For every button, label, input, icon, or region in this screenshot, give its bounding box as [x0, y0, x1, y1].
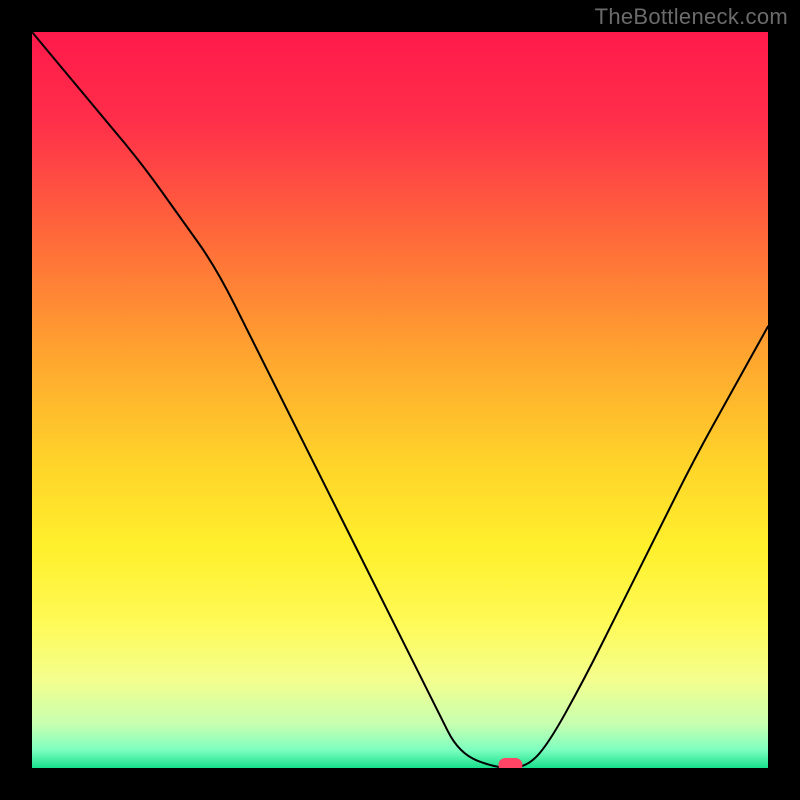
optimal-marker [498, 758, 522, 768]
chart-container: TheBottleneck.com [0, 0, 800, 800]
plot-area [32, 32, 768, 768]
gradient-background [32, 32, 768, 768]
watermark-text: TheBottleneck.com [595, 4, 788, 30]
bottleneck-chart [32, 32, 768, 768]
